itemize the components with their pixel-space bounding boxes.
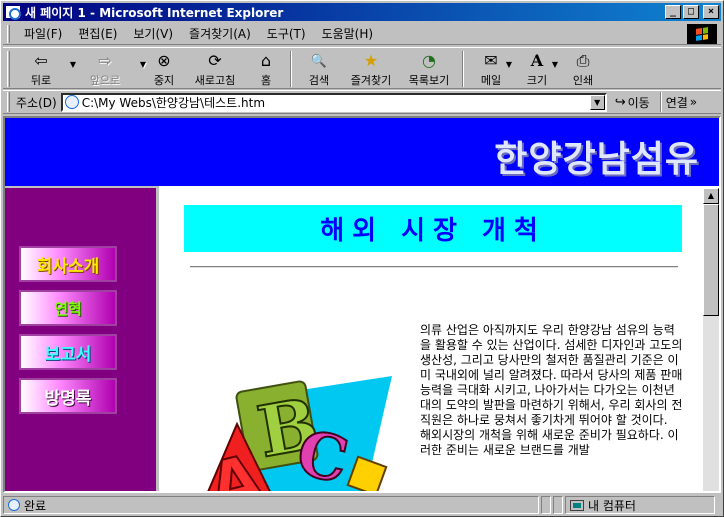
scroll-up-icon[interactable]: ▲ — [703, 188, 719, 204]
title-bar[interactable]: 새 페이지 1 - Microsoft Internet Explorer _ … — [3, 3, 721, 21]
toolbar-separator — [290, 51, 292, 87]
stop-icon: ⊗ — [157, 51, 171, 70]
links-button[interactable]: 연결 — [666, 94, 688, 111]
stop-label: 중지 — [153, 74, 175, 87]
menu-help[interactable]: 도움말(H) — [314, 25, 382, 42]
menu-favorites[interactable]: 즐겨찾기(A) — [181, 25, 259, 42]
toolbar-separator — [462, 51, 464, 87]
nav-guestbook[interactable]: 방명록 — [19, 378, 117, 414]
forward-label: 앞으로 — [89, 74, 121, 87]
window-title: 새 페이지 1 - Microsoft Internet Explorer — [25, 5, 284, 20]
status-zone: 내 컴퓨터 — [565, 496, 715, 514]
nav-history[interactable]: 연혁 — [19, 290, 117, 326]
search-button[interactable]: 🔍 검색 — [296, 48, 342, 88]
font-size-label: 크기 — [526, 74, 548, 87]
status-cell — [541, 496, 551, 514]
home-label: 홈 — [260, 74, 272, 87]
status-bar: 완료 내 컴퓨터 — [3, 495, 721, 515]
menu-view[interactable]: 보기(V) — [125, 25, 181, 42]
go-label: 이동 — [627, 95, 650, 110]
search-icon: 🔍 — [310, 53, 328, 69]
go-arrow-icon: ↪ — [614, 94, 626, 110]
refresh-button[interactable]: ⟳ 새로고침 — [184, 48, 246, 88]
address-grip[interactable] — [7, 92, 10, 112]
page-heading: 해외 시장 개척 — [184, 205, 682, 252]
address-dropdown-icon[interactable]: ▼ — [589, 94, 605, 110]
close-button[interactable]: × — [703, 5, 719, 19]
minimize-button[interactable]: _ — [665, 5, 681, 19]
back-arrow-icon: ⇦ — [34, 51, 48, 70]
main-content: 해외 시장 개척 B C A 의류 산업은 아직까지도 우리 한양강남 섬유의 … — [162, 188, 703, 491]
links-chevron-icon[interactable]: » — [690, 95, 697, 109]
status-cell — [553, 496, 563, 514]
search-label: 검색 — [308, 74, 330, 87]
font-size-button[interactable]: A 크기 ▼ — [514, 48, 560, 88]
refresh-label: 새로고침 — [194, 74, 236, 87]
page-icon — [64, 95, 79, 109]
abc-clipart-image: B C A — [202, 376, 392, 491]
article-body: 의류 산업은 아직까지도 우리 한양강남 섬유의 능력을 활용할 수 있는 산업… — [420, 323, 684, 458]
font-size-dropdown-icon[interactable]: ▼ — [552, 60, 558, 69]
vertical-scrollbar[interactable]: ▲ — [703, 188, 719, 491]
page-viewport[interactable]: 한양강남섬유 회사소개 연혁 보고서 방명록 해외 시장 개척 B C A 의류… — [3, 116, 721, 493]
address-input[interactable]: C:\My Webs\한양강남\테스트.htm ▼ — [60, 92, 607, 112]
print-icon: ⎙ — [576, 51, 590, 70]
site-banner: 한양강남섬유 — [5, 118, 719, 186]
mail-button[interactable]: ✉ 메일 ▼ — [468, 48, 514, 88]
nav-company-intro[interactable]: 회사소개 — [19, 246, 117, 282]
refresh-icon: ⟳ — [208, 51, 222, 70]
maximize-button[interactable]: □ — [683, 5, 699, 19]
ie-icon — [5, 5, 21, 20]
stop-button[interactable]: ⊗ 중지 — [144, 48, 184, 88]
forward-button[interactable]: ⇨ 앞으로 ▼ — [74, 48, 146, 88]
back-button[interactable]: ⇦ 뒤로 ▼ — [16, 48, 76, 88]
site-title: 한양강남섬유 — [494, 139, 699, 180]
menu-tools[interactable]: 도구(T) — [259, 25, 314, 42]
history-label: 목록보기 — [408, 74, 450, 87]
menu-file[interactable]: 파일(F) — [16, 25, 70, 42]
mail-dropdown-icon[interactable]: ▼ — [506, 60, 512, 69]
history-icon: ◔ — [422, 51, 436, 70]
mail-icon: ✉ — [484, 51, 498, 70]
horizontal-rule — [190, 266, 678, 268]
zone-text: 내 컴퓨터 — [588, 498, 636, 513]
status-main: 완료 — [3, 496, 539, 514]
print-label: 인쇄 — [572, 74, 594, 87]
home-icon: ⌂ — [260, 51, 272, 70]
font-size-icon: A — [530, 51, 544, 70]
my-computer-icon — [570, 499, 584, 511]
browser-window: 새 페이지 1 - Microsoft Internet Explorer _ … — [0, 0, 724, 517]
menu-bar: 파일(F) 편집(E) 보기(V) 즐겨찾기(A) 도구(T) 도움말(H) — [3, 23, 721, 45]
status-text: 완료 — [24, 498, 47, 513]
standard-toolbar: ⇦ 뒤로 ▼ ⇨ 앞으로 ▼ ⊗ 중지 ⟳ 새로고침 ⌂ 홈 🔍 검색 ★ 즐겨… — [3, 47, 721, 89]
scroll-thumb[interactable] — [703, 204, 719, 316]
mail-label: 메일 — [480, 74, 502, 87]
links-separator — [659, 92, 662, 112]
address-value[interactable]: C:\My Webs\한양강남\테스트.htm — [82, 94, 265, 111]
favorites-icon: ★ — [363, 51, 379, 70]
back-label: 뒤로 — [30, 74, 52, 87]
go-button[interactable]: ↪ 이동 — [615, 94, 650, 111]
favorites-button[interactable]: ★ 즐겨찾기 — [342, 48, 400, 88]
menu-edit[interactable]: 편집(E) — [70, 25, 125, 42]
status-page-icon — [8, 499, 20, 511]
history-button[interactable]: ◔ 목록보기 — [400, 48, 458, 88]
address-label: 주소(D) — [16, 95, 57, 110]
toolbar-grip[interactable] — [7, 51, 10, 87]
article-paragraph-1: 의류 산업은 아직까지도 우리 한양강남 섬유의 능력을 활용할 수 있는 산업… — [420, 323, 683, 427]
article-paragraph-2: 해외시장의 개척을 위해 새로운 준비가 필요하다. 이러한 준비는 새로운 브… — [420, 428, 679, 457]
favorites-label: 즐겨찾기 — [350, 74, 392, 87]
site-nav: 회사소개 연혁 보고서 방명록 — [5, 186, 159, 491]
forward-arrow-icon: ⇨ — [98, 51, 112, 70]
windows-logo-icon — [687, 23, 717, 44]
address-bar: 주소(D) C:\My Webs\한양강남\테스트.htm ▼ ↪ 이동 연결 … — [3, 90, 721, 114]
nav-report[interactable]: 보고서 — [19, 334, 117, 370]
home-button[interactable]: ⌂ 홈 — [246, 48, 286, 88]
menu-grip[interactable] — [7, 24, 10, 43]
print-button[interactable]: ⎙ 인쇄 — [560, 48, 606, 88]
